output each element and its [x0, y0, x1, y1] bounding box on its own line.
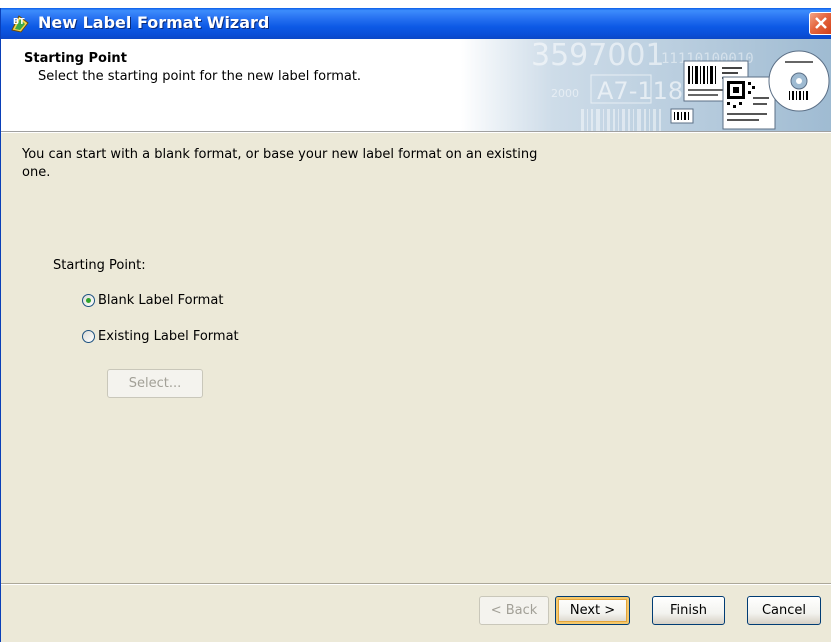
header-separator-highlight	[1, 132, 831, 133]
footer-separator-highlight	[1, 584, 831, 585]
bartender-app-icon: BT	[11, 15, 29, 33]
window-title: New Label Format Wizard	[38, 13, 270, 32]
starting-point-label: Starting Point:	[53, 258, 146, 273]
wizard-window: BT New Label Format Wizard Starting Poin…	[0, 8, 831, 642]
option-existing-label-format[interactable]: Existing Label Format	[82, 327, 239, 345]
cancel-button[interactable]: Cancel	[747, 596, 821, 625]
select-button[interactable]: Select...	[107, 369, 203, 398]
title-bar[interactable]: BT New Label Format Wizard	[1, 8, 831, 39]
close-icon	[815, 17, 827, 29]
svg-text:BT: BT	[13, 17, 25, 26]
banner-number-2: A7-118	[597, 77, 683, 105]
next-button[interactable]: Next >	[555, 596, 630, 625]
finish-button[interactable]: Finish	[652, 596, 725, 625]
radio-button-unchecked[interactable]	[82, 329, 95, 343]
cd-label	[768, 50, 830, 112]
qr-label-card	[722, 76, 776, 130]
banner-number-4: 2000	[551, 87, 579, 100]
small-barcode-label	[670, 108, 694, 124]
header-banner-image: 3597001 11110100010 A7-118 2000	[461, 39, 831, 132]
page-subtitle: Select the starting point for the new la…	[38, 69, 362, 84]
option-blank-label-format[interactable]: Blank Label Format	[82, 291, 223, 309]
wizard-header: Starting Point Select the starting point…	[1, 39, 831, 132]
intro-text: You can start with a blank format, or ba…	[22, 147, 538, 180]
banner-number-1: 3597001	[531, 39, 665, 73]
option-label: Existing Label Format	[98, 328, 239, 344]
back-button[interactable]: < Back	[479, 596, 549, 625]
page-title: Starting Point	[24, 51, 127, 66]
radio-button-checked[interactable]	[82, 293, 95, 307]
option-label: Blank Label Format	[98, 292, 224, 308]
close-button[interactable]	[809, 12, 831, 35]
